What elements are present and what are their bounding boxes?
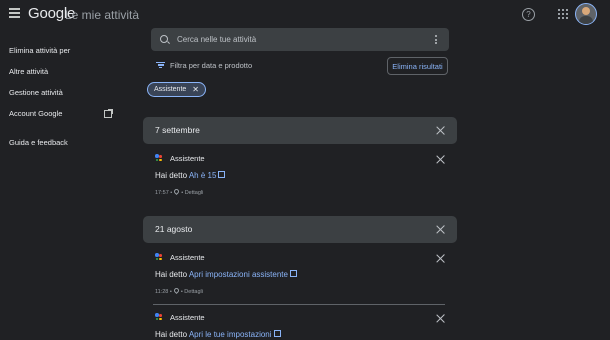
sidebar-item-guida-feedback[interactable]: Guida e feedback bbox=[9, 138, 68, 147]
open-in-new-icon bbox=[104, 109, 113, 118]
search-icon[interactable] bbox=[160, 35, 168, 43]
activity-time: 11:28 bbox=[155, 289, 169, 295]
filter-chip-assistente[interactable]: Assistente ✕ bbox=[147, 82, 206, 97]
delete-item-icon[interactable] bbox=[436, 314, 445, 323]
activity-text: Hai detto Apri le tue impostazioni bbox=[155, 330, 281, 339]
date-label: 21 agosto bbox=[155, 224, 193, 234]
date-label: 7 settembre bbox=[155, 125, 200, 135]
activity-meta: 11:28 • • Dettagli bbox=[155, 286, 203, 295]
delete-day-icon[interactable] bbox=[436, 126, 445, 135]
query-link[interactable]: Ah è 15 bbox=[189, 171, 217, 180]
delete-results-button[interactable]: Elimina risultati bbox=[387, 57, 448, 75]
details-link[interactable]: Dettagli bbox=[185, 190, 204, 196]
activity-text: Hai detto Ah è 15 bbox=[155, 171, 226, 180]
filter-label: Filtra per data e prodotto bbox=[170, 61, 253, 70]
delete-item-icon[interactable] bbox=[436, 155, 445, 164]
activity-meta: 17:57 • • Dettagli bbox=[155, 187, 204, 196]
location-pin-icon bbox=[173, 187, 181, 196]
close-icon[interactable]: ✕ bbox=[192, 85, 199, 94]
menu-icon[interactable] bbox=[9, 8, 20, 18]
assistant-logo-icon bbox=[155, 154, 163, 162]
query-link[interactable]: Apri impostazioni assistente bbox=[189, 270, 288, 279]
said-prefix: Hai detto bbox=[155, 270, 189, 279]
said-prefix: Hai detto bbox=[155, 330, 189, 339]
delete-day-icon[interactable] bbox=[436, 225, 445, 234]
sidebar-item-gestione-attivita[interactable]: Gestione attività bbox=[9, 88, 63, 97]
open-in-new-icon[interactable] bbox=[273, 330, 281, 337]
open-in-new-icon[interactable] bbox=[289, 270, 297, 277]
activity-text: Hai detto Apri impostazioni assistente bbox=[155, 270, 297, 279]
activity-time: 17:57 bbox=[155, 190, 169, 196]
assistant-logo-icon bbox=[155, 253, 163, 261]
more-vert-icon[interactable] bbox=[435, 35, 437, 45]
avatar[interactable] bbox=[575, 3, 597, 25]
app-name: Assistente bbox=[170, 253, 205, 262]
sidebar-item-altre-attivita[interactable]: Altre attività bbox=[9, 67, 48, 76]
open-in-new-icon[interactable] bbox=[218, 171, 226, 178]
assistant-logo-icon bbox=[155, 313, 163, 321]
sidebar-item-elimina-attivita[interactable]: Elimina attività per bbox=[9, 46, 70, 55]
delete-item-icon[interactable] bbox=[436, 254, 445, 263]
sidebar-item-account-google[interactable]: Account Google bbox=[9, 109, 62, 118]
chip-label: Assistente bbox=[154, 86, 187, 93]
help-icon[interactable]: ? bbox=[522, 8, 535, 21]
search-bar bbox=[151, 28, 449, 51]
details-link[interactable]: Dettagli bbox=[184, 289, 203, 295]
search-input[interactable] bbox=[177, 33, 417, 46]
date-header: 7 settembre bbox=[143, 117, 457, 144]
top-bar: Google Le mie attività ? bbox=[0, 0, 610, 30]
query-link[interactable]: Apri le tue impostazioni bbox=[189, 330, 272, 339]
apps-grid-icon[interactable] bbox=[558, 9, 568, 19]
filter-icon bbox=[156, 62, 165, 69]
said-prefix: Hai detto bbox=[155, 171, 189, 180]
page-title: Le mie attività bbox=[65, 8, 140, 22]
location-pin-icon bbox=[172, 286, 180, 295]
divider bbox=[153, 304, 445, 305]
app-name: Assistente bbox=[170, 154, 205, 163]
app-name: Assistente bbox=[170, 313, 205, 322]
date-header: 21 agosto bbox=[143, 216, 457, 243]
